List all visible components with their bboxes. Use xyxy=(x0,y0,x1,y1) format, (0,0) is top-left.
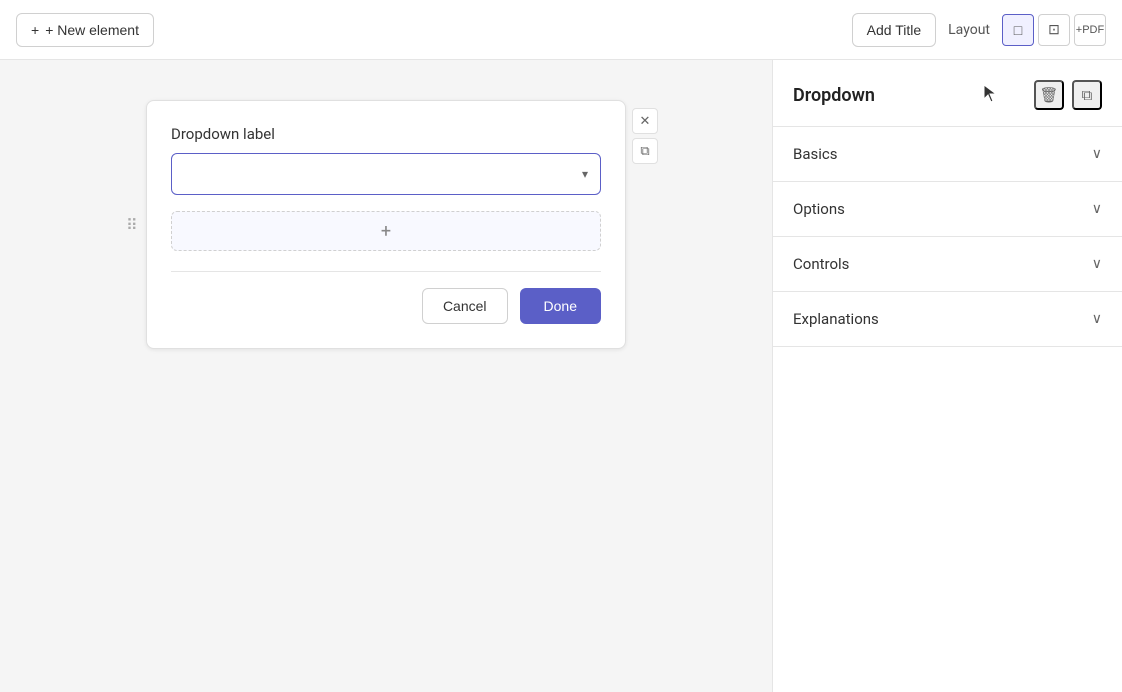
toolbar: + + New element Add Title Layout □ ⊡ +PD… xyxy=(0,0,1122,60)
accordion-explanations-header[interactable]: Explanations ∨ xyxy=(773,292,1122,346)
main-area: ⠿ Dropdown label ▾ + xyxy=(0,60,1122,692)
accordion-controls-label: Controls xyxy=(793,255,849,273)
panel-header-icons: 🗑 ⧉ xyxy=(1034,80,1102,110)
add-item-button[interactable]: + xyxy=(171,211,601,251)
card-actions: ✕ ⧉ xyxy=(632,108,658,164)
dropdown-select-wrapper: ▾ xyxy=(171,153,601,195)
accordion-controls: Controls ∨ xyxy=(773,237,1122,292)
trash-icon: ✕ xyxy=(640,113,651,129)
drag-handle[interactable]: ⠿ xyxy=(126,215,138,234)
layout-label: Layout xyxy=(948,22,990,38)
table-icon: ⊡ xyxy=(1048,21,1060,38)
accordion-explanations-label: Explanations xyxy=(793,310,879,328)
cancel-button[interactable]: Cancel xyxy=(422,288,508,324)
dropdown-label: Dropdown label xyxy=(171,125,601,143)
add-title-label: Add Title xyxy=(867,22,921,38)
dropdown-select[interactable] xyxy=(174,156,598,192)
new-element-button[interactable]: + + New element xyxy=(16,13,154,47)
layout-pdf-button[interactable]: +PDF xyxy=(1074,14,1106,46)
panel-copy-icon: ⧉ xyxy=(1082,87,1093,104)
accordion-options: Options ∨ xyxy=(773,182,1122,237)
layout-square-button[interactable]: □ xyxy=(1002,14,1034,46)
form-divider xyxy=(171,271,601,272)
panel-trash-icon: 🗑 xyxy=(1039,86,1058,104)
accordion-explanations: Explanations ∨ xyxy=(773,292,1122,347)
form-card: Dropdown label ▾ + Cancel xyxy=(146,100,626,349)
done-label: Done xyxy=(544,298,577,314)
accordion-controls-header[interactable]: Controls ∨ xyxy=(773,237,1122,291)
accordion-options-header[interactable]: Options ∨ xyxy=(773,182,1122,236)
accordion-basics: Basics ∨ xyxy=(773,127,1122,182)
accordion-basics-label: Basics xyxy=(793,145,838,163)
layout-icons: □ ⊡ +PDF xyxy=(1002,14,1106,46)
copy-icon: ⧉ xyxy=(640,143,649,159)
layout-table-button[interactable]: ⊡ xyxy=(1038,14,1070,46)
add-title-button[interactable]: Add Title xyxy=(852,13,936,47)
accordion-basics-header[interactable]: Basics ∨ xyxy=(773,127,1122,181)
delete-item-button[interactable]: ✕ xyxy=(632,108,658,134)
accordion-basics-chevron: ∨ xyxy=(1092,146,1102,162)
panel-copy-button[interactable]: ⧉ xyxy=(1072,80,1102,110)
accordion-options-label: Options xyxy=(793,200,845,218)
accordion-explanations-chevron: ∨ xyxy=(1092,311,1102,327)
panel-title: Dropdown xyxy=(793,85,875,106)
accordion-controls-chevron: ∨ xyxy=(1092,256,1102,272)
plus-icon: + xyxy=(31,22,39,38)
panel-header: Dropdown 🗑 ⧉ xyxy=(773,60,1122,127)
add-item-plus-icon: + xyxy=(381,221,391,242)
canvas: ⠿ Dropdown label ▾ + xyxy=(0,60,772,692)
panel-delete-button[interactable]: 🗑 xyxy=(1034,80,1064,110)
form-actions: Cancel Done xyxy=(171,288,601,324)
square-icon: □ xyxy=(1014,22,1022,38)
copy-item-button[interactable]: ⧉ xyxy=(632,138,658,164)
new-element-label: + New element xyxy=(45,22,139,38)
pdf-icon: +PDF xyxy=(1076,24,1104,36)
cancel-label: Cancel xyxy=(443,298,487,314)
right-panel: Dropdown 🗑 ⧉ Basics ∨ Options xyxy=(772,60,1122,692)
done-button[interactable]: Done xyxy=(520,288,601,324)
form-card-wrapper: ⠿ Dropdown label ▾ + xyxy=(146,100,626,349)
accordion-options-chevron: ∨ xyxy=(1092,201,1102,217)
